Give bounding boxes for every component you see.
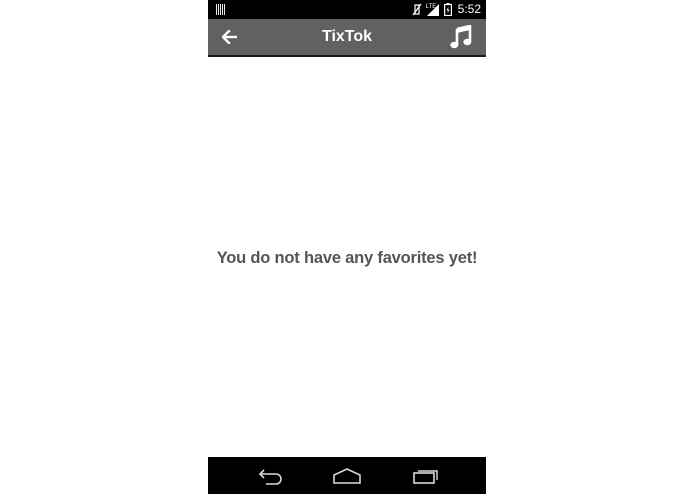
back-button[interactable] [216,23,244,51]
back-arrow-icon [222,30,237,44]
nav-recents-icon [413,470,438,484]
nav-back-button[interactable] [254,463,288,489]
nav-recents-button[interactable] [408,463,442,489]
battery-icon [443,3,452,16]
favorites-content: You do not have any favorites yet! [208,57,486,457]
signal-icon: LTE [426,3,440,17]
status-bar: LTE 5:52 [208,0,486,19]
navigation-bar [208,457,486,494]
music-note-icon [450,25,472,49]
nav-home-button[interactable] [330,463,364,489]
nav-back-icon [258,469,282,485]
empty-favorites-message: You do not have any favorites yet! [216,249,478,267]
action-bar: TixTok [208,19,486,57]
nav-home-icon [333,468,361,484]
mute-vibrate-icon [412,3,422,16]
phone-screen: LTE 5:52 TixTok You do not have any favo… [208,0,486,494]
music-button[interactable] [446,22,476,52]
status-time: 5:52 [457,2,481,16]
status-icons: LTE 5:52 [412,0,481,19]
app-title: TixTok [321,28,373,45]
notification-icon [216,4,226,15]
